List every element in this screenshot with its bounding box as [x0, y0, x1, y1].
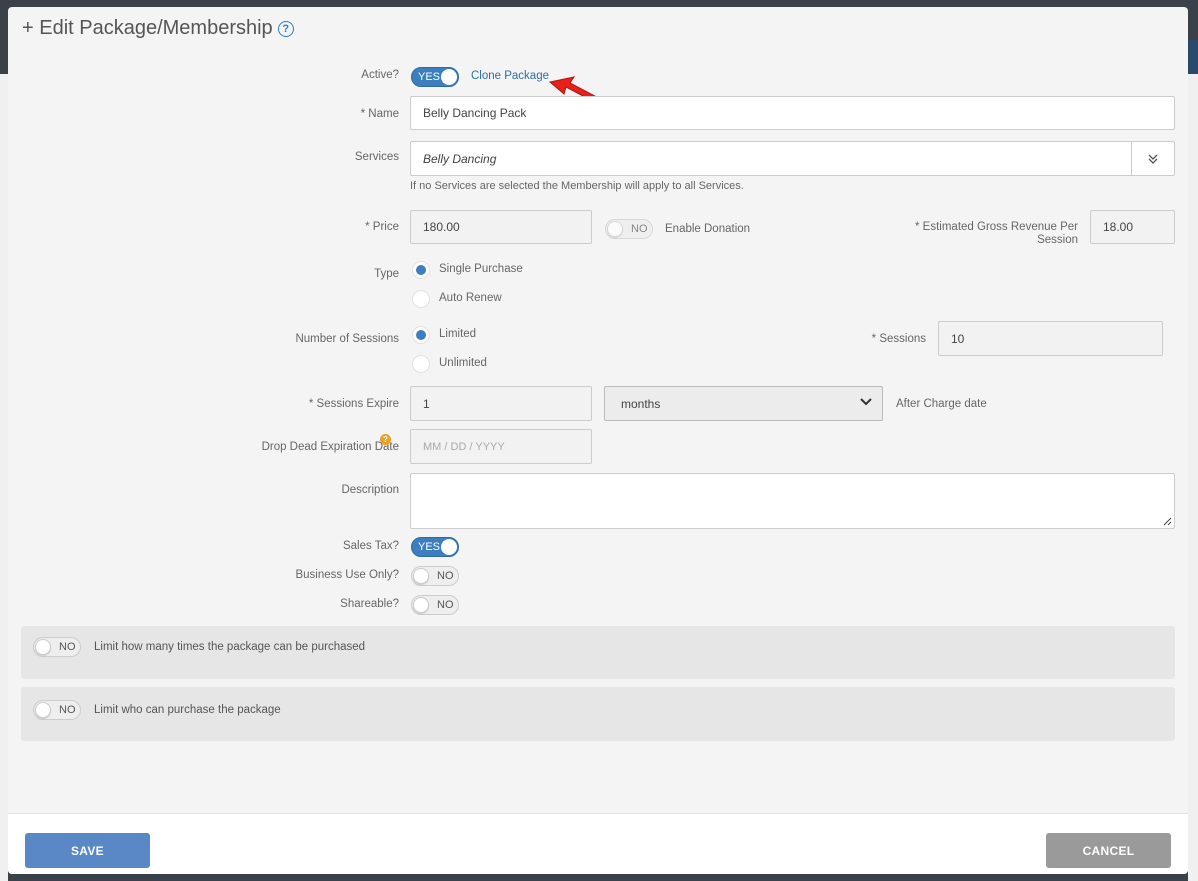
toggle-knob [413, 597, 429, 613]
price-input[interactable]: 180.00 [410, 210, 592, 244]
modal-title: + Edit Package/Membership ? [22, 17, 294, 40]
shareable-toggle-text: NO [437, 599, 454, 611]
limit-purchases-panel: NO Limit how many times the package can … [21, 626, 1175, 679]
background-page-left [0, 74, 8, 881]
sales-tax-label: Sales Tax? [342, 540, 399, 552]
type-label: Type [374, 268, 399, 280]
cancel-button[interactable]: CANCEL [1046, 833, 1171, 868]
toggle-knob [35, 702, 51, 718]
limit-who-panel: NO Limit who can purchase the package [21, 687, 1175, 741]
limit-who-text: Limit who can purchase the package [94, 704, 281, 716]
sessions-limited-label: Limited [439, 328, 477, 340]
donation-toggle[interactable]: NO [605, 219, 653, 239]
gross-revenue-label: * Estimated Gross Revenue Per Session [908, 221, 1078, 247]
services-label: Services [354, 151, 399, 163]
gross-revenue-label-line2: Session [1037, 234, 1078, 246]
gross-revenue-input[interactable]: 18.00 [1090, 210, 1175, 244]
price-label: * Price [365, 221, 399, 233]
drop-dead-label: Drop Dead Expiration Date [261, 441, 399, 453]
sessions-input[interactable]: 10 [938, 321, 1163, 356]
expire-unit-value: months [621, 396, 661, 411]
active-toggle-text: YES [418, 71, 441, 83]
warning-icon[interactable]: ? [380, 434, 391, 445]
background-header [1188, 40, 1198, 74]
limit-purchases-toggle[interactable]: NO [33, 637, 81, 657]
business-use-toggle-text: NO [437, 570, 454, 582]
chevron-down-icon [860, 398, 872, 406]
active-toggle[interactable]: YES [411, 67, 459, 87]
limit-purchases-toggle-text: NO [59, 641, 76, 653]
drop-dead-date-input[interactable]: MM / DD / YYYY [410, 429, 592, 464]
services-hint: If no Services are selected the Membersh… [410, 180, 744, 192]
sales-tax-toggle-text: YES [418, 541, 441, 553]
toggle-knob [441, 539, 457, 555]
gross-revenue-label-line1: * Estimated Gross Revenue Per [915, 221, 1078, 233]
number-of-sessions-label: Number of Sessions [295, 333, 399, 345]
sessions-unlimited-radio[interactable] [412, 355, 430, 373]
toggle-knob [413, 568, 429, 584]
save-button[interactable]: SAVE [25, 833, 150, 868]
background-page [1188, 74, 1198, 881]
business-use-label: Business Use Only? [295, 569, 399, 581]
limit-purchases-text: Limit how many times the package can be … [94, 641, 366, 653]
sessions-unlimited-label: Unlimited [439, 357, 487, 369]
active-label: Active? [361, 69, 399, 81]
type-auto-renew-radio[interactable] [412, 290, 430, 308]
services-select[interactable]: Belly Dancing [410, 141, 1175, 176]
sessions-label: * Sessions [871, 333, 926, 345]
description-textarea[interactable] [410, 473, 1175, 529]
toggle-knob [35, 639, 51, 655]
type-auto-renew-label: Auto Renew [439, 292, 502, 304]
services-expand-button[interactable] [1131, 142, 1174, 175]
shareable-label: Shareable? [340, 598, 399, 610]
type-single-purchase-label: Single Purchase [439, 263, 523, 275]
expire-unit-select[interactable]: months [604, 386, 883, 421]
limit-who-toggle-text: NO [59, 704, 76, 716]
expire-value-input[interactable]: 1 [410, 386, 592, 421]
donation-toggle-text: NO [631, 223, 648, 235]
double-chevron-down-icon [1148, 154, 1158, 164]
limit-who-toggle[interactable]: NO [33, 700, 81, 720]
clone-package-link[interactable]: Clone Package [471, 70, 549, 82]
toggle-knob [441, 69, 457, 85]
type-single-purchase-radio[interactable] [412, 261, 430, 279]
toggle-knob [607, 221, 623, 237]
modal-footer: SAVE CANCEL [8, 813, 1188, 874]
sessions-limited-radio[interactable] [412, 326, 430, 344]
modal-title-text: + Edit Package/Membership [22, 17, 273, 39]
description-label: Description [341, 484, 399, 496]
donation-label: Enable Donation [665, 223, 751, 235]
name-input[interactable]: Belly Dancing Pack [410, 96, 1175, 130]
sales-tax-toggle[interactable]: YES [411, 537, 459, 557]
help-icon[interactable]: ? [277, 20, 294, 37]
name-label: * Name [360, 108, 399, 120]
business-use-toggle[interactable]: NO [411, 566, 459, 586]
expire-suffix: After Charge date [896, 398, 987, 410]
resize-handle-icon[interactable] [1163, 517, 1172, 526]
shareable-toggle[interactable]: NO [411, 595, 459, 615]
services-value: Belly Dancing [423, 151, 497, 166]
sessions-expire-label: * Sessions Expire [308, 398, 399, 410]
edit-package-modal: + Edit Package/Membership ? Active? YES … [8, 7, 1188, 874]
